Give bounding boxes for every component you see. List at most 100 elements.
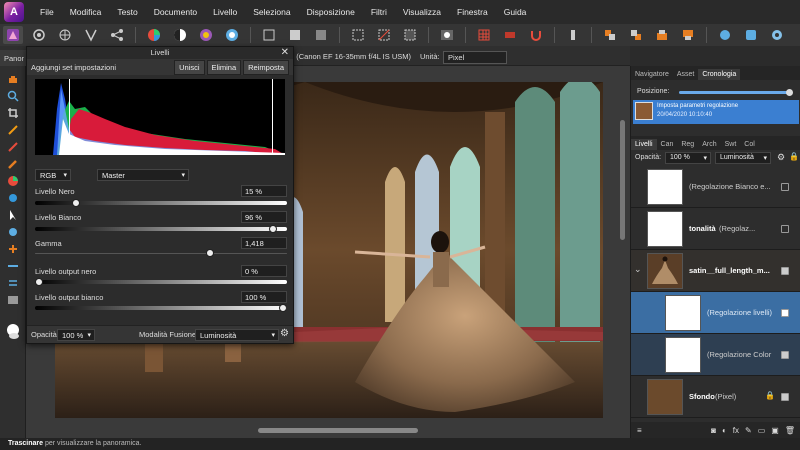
add-layer-icon[interactable]: ▣	[771, 426, 779, 435]
develop-persona-icon[interactable]	[55, 26, 75, 44]
marquee-select-icon[interactable]	[348, 26, 368, 44]
blend-mode-select[interactable]: Luminosità	[195, 329, 279, 341]
primary-color-swatch[interactable]	[5, 321, 21, 341]
tone-mapping-persona-icon[interactable]	[81, 26, 101, 44]
tab-canali[interactable]: Can	[657, 139, 678, 150]
tab-colore[interactable]: Col	[740, 139, 759, 150]
white-balance-icon[interactable]	[222, 26, 242, 44]
output-white-field[interactable]: 100 %	[241, 291, 287, 303]
layer-visibility-checkbox[interactable]	[781, 309, 789, 317]
personal-icon[interactable]	[741, 26, 761, 44]
output-white-handle[interactable]	[279, 304, 287, 312]
tab-navigatore[interactable]: Navigatore	[631, 69, 673, 80]
app-icon[interactable]: A	[4, 2, 24, 22]
layer-opacity-select[interactable]: 100 %	[665, 152, 711, 164]
reset-button[interactable]: Reimposta	[243, 59, 289, 75]
photo-persona-icon[interactable]	[3, 26, 23, 44]
unit-select[interactable]: Pixel	[443, 51, 507, 64]
arrange-forward-icon[interactable]	[626, 26, 646, 44]
magnet-icon[interactable]	[526, 26, 546, 44]
gear-icon[interactable]: ⚙	[777, 152, 785, 163]
merge-button[interactable]: Unisci	[174, 59, 205, 75]
vertical-scrollbar[interactable]	[620, 120, 625, 240]
lock-icon[interactable]: 🔒	[789, 152, 799, 161]
black-level-track[interactable]	[35, 199, 287, 207]
quick-mask-icon[interactable]	[437, 26, 457, 44]
menu-seleziona[interactable]: Seleziona	[245, 0, 298, 24]
menu-livello[interactable]: Livello	[205, 0, 245, 24]
grid-icon[interactable]	[474, 26, 494, 44]
layer-visibility-checkbox[interactable]	[781, 351, 789, 359]
brush-icon[interactable]: ✎	[745, 426, 752, 435]
zoom-icon[interactable]	[5, 89, 21, 103]
assistant-icon[interactable]	[715, 26, 735, 44]
layer-blend-select[interactable]: Luminosità	[715, 152, 771, 164]
history-slider-handle[interactable]	[786, 89, 793, 96]
arrange-down-icon[interactable]	[678, 26, 698, 44]
folder-icon[interactable]: ▭	[758, 426, 766, 435]
menu-testo[interactable]: Testo	[109, 0, 145, 24]
swap-colors-icon[interactable]	[5, 276, 21, 290]
tab-regolazioni[interactable]: Reg	[677, 139, 698, 150]
layer-row[interactable]: (Regolazione livelli)	[631, 292, 800, 334]
opacity-select[interactable]: 100 %	[57, 329, 95, 341]
output-black-field[interactable]: 0 %	[241, 265, 287, 277]
menu-disposizione[interactable]: Disposizione	[299, 0, 363, 24]
trash-icon[interactable]: 🗑	[785, 426, 795, 435]
retouch-icon[interactable]	[5, 225, 21, 239]
selection-brush-icon[interactable]	[5, 123, 21, 137]
auto-levels-icon[interactable]	[259, 26, 279, 44]
color-wheel-icon[interactable]	[144, 26, 164, 44]
adjustment-icon[interactable]: ◐	[722, 426, 727, 435]
arrange-back-icon[interactable]	[600, 26, 620, 44]
layer-row[interactable]: ⌄ satin__full_length_m...	[631, 250, 800, 292]
invert-selection-icon[interactable]	[400, 26, 420, 44]
gamma-handle[interactable]	[205, 249, 214, 257]
add-preset-button[interactable]: Aggiungi set impostazioni	[31, 63, 172, 72]
flood-select-icon[interactable]	[5, 140, 21, 154]
layer-visibility-checkbox[interactable]	[781, 393, 789, 401]
menu-guida[interactable]: Guida	[496, 0, 535, 24]
fill-icon[interactable]	[5, 191, 21, 205]
clone-icon[interactable]	[5, 242, 21, 256]
history-position-slider[interactable]	[679, 89, 793, 96]
tab-cronologia[interactable]: Cronologia	[698, 69, 741, 80]
tab-livelli[interactable]: Livelli	[631, 139, 657, 150]
menu-documento[interactable]: Documento	[146, 0, 205, 24]
layer-row[interactable]: (Regolazione Bianco e...	[631, 166, 800, 208]
black-level-field[interactable]: 15 %	[241, 185, 287, 197]
tab-asset[interactable]: Asset	[673, 69, 699, 80]
hand-icon[interactable]	[5, 72, 21, 86]
snapping-icon[interactable]	[500, 26, 520, 44]
output-black-track[interactable]	[35, 278, 287, 286]
tab-swatches[interactable]: Swt	[721, 139, 741, 150]
white-level-handle[interactable]	[269, 225, 278, 233]
preferences-icon[interactable]	[767, 26, 787, 44]
fx-icon[interactable]: fx	[733, 426, 739, 435]
arrange-up-icon[interactable]	[652, 26, 672, 44]
mode-select[interactable]: Master	[97, 169, 189, 181]
layers-stack-icon[interactable]: ≡	[637, 426, 642, 435]
tab-archivio[interactable]: Arch	[698, 139, 720, 150]
brush-icon[interactable]	[563, 26, 583, 44]
menu-file[interactable]: File	[32, 0, 62, 24]
auto-colors-icon[interactable]	[311, 26, 331, 44]
layer-visibility-checkbox[interactable]	[781, 267, 789, 275]
menu-modifica[interactable]: Modifica	[62, 0, 110, 24]
white-level-track[interactable]	[35, 225, 287, 233]
close-icon[interactable]: ✕	[281, 47, 289, 59]
gradient-icon[interactable]	[5, 293, 21, 307]
layer-row[interactable]: (Regolazione Color	[631, 334, 800, 376]
menu-filtri[interactable]: Filtri	[363, 0, 395, 24]
gear-icon[interactable]: ⚙	[280, 328, 289, 339]
export-persona-icon[interactable]	[107, 26, 127, 44]
mask-icon[interactable]: ◙	[711, 426, 716, 435]
contrast-icon[interactable]	[170, 26, 190, 44]
gamma-field[interactable]: 1,418	[241, 237, 287, 249]
auto-contrast-icon[interactable]	[285, 26, 305, 44]
layer-row[interactable]: tonalità (Regolaz...	[631, 208, 800, 250]
layer-row[interactable]: Sfondo (Pixel) 🔒	[631, 376, 800, 418]
deselect-icon[interactable]	[374, 26, 394, 44]
output-black-handle[interactable]	[35, 278, 43, 286]
delete-button[interactable]: Elimina	[206, 59, 242, 75]
